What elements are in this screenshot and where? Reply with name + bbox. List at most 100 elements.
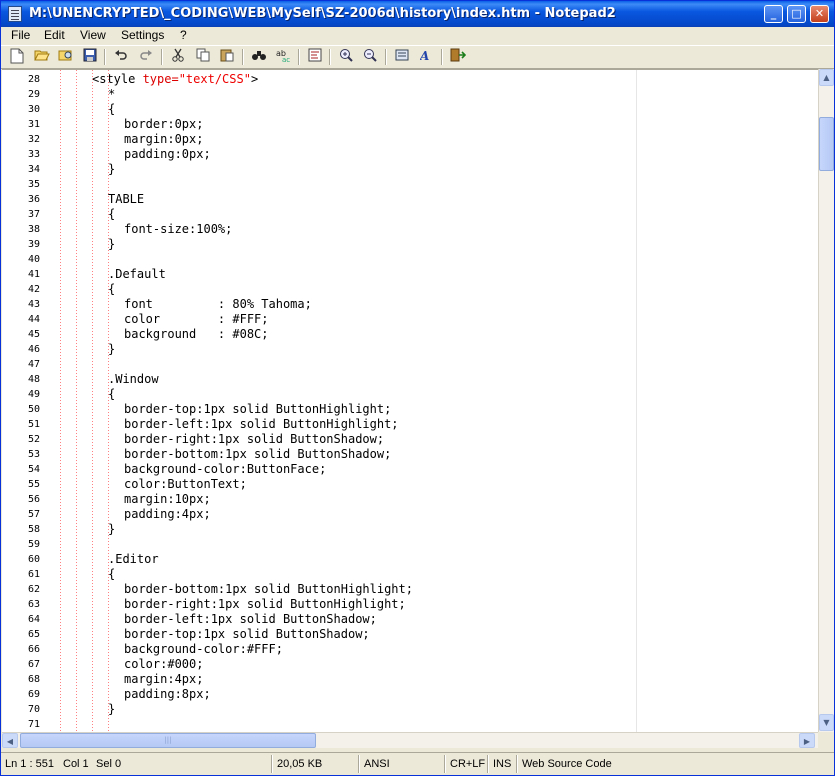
line-number: 35 bbox=[27, 179, 40, 190]
line-number: 40 bbox=[27, 254, 40, 265]
code-line: } bbox=[108, 162, 115, 177]
replace-icon[interactable]: ab ac bbox=[274, 48, 294, 66]
code-line: margin:10px; bbox=[124, 492, 211, 507]
code-token: type= bbox=[142, 72, 179, 86]
scroll-down-arrow[interactable]: ▼ bbox=[819, 714, 834, 731]
code-token: border-right:1px solid ButtonShadow; bbox=[124, 432, 385, 446]
menu-file[interactable]: File bbox=[5, 27, 36, 45]
exit-icon[interactable] bbox=[448, 48, 468, 66]
vertical-scrollbar[interactable]: ▲ ▼ bbox=[818, 69, 834, 732]
line-number: 55 bbox=[27, 479, 40, 490]
code-token: { bbox=[108, 567, 116, 581]
line-number: 37 bbox=[27, 209, 40, 220]
line-number: 45 bbox=[27, 329, 40, 340]
code-line: .Editor bbox=[108, 552, 159, 567]
line-number: 47 bbox=[27, 359, 40, 370]
line-number: 28 bbox=[27, 74, 40, 85]
code-token: background-color:ButtonFace; bbox=[124, 462, 327, 476]
code-line: } bbox=[108, 237, 115, 252]
scroll-right-arrow[interactable]: ▶ bbox=[799, 733, 815, 748]
code-token: border:0px; bbox=[124, 117, 204, 131]
status-line-endings[interactable]: CR+LF bbox=[450, 756, 485, 772]
code-token: background-color:#FFF; bbox=[124, 642, 283, 656]
font-icon[interactable]: A bbox=[417, 48, 437, 66]
line-number: 53 bbox=[27, 449, 40, 460]
code-editor[interactable]: 28 <style type="text/CSS"> 29 * 30{31 border:… bbox=[2, 69, 818, 733]
undo-icon[interactable] bbox=[111, 48, 131, 66]
code-line: background-color:#FFF; bbox=[124, 642, 283, 657]
code-token: } bbox=[108, 522, 116, 536]
open-file-icon[interactable] bbox=[32, 48, 52, 66]
code-line: } bbox=[108, 702, 115, 717]
line-number: 31 bbox=[27, 119, 40, 130]
browse-icon[interactable] bbox=[56, 48, 76, 66]
title-bar[interactable]: M:\UNENCRYPTED\_CODING\WEB\MySelf\SZ-200… bbox=[1, 1, 834, 27]
find-icon[interactable] bbox=[249, 48, 269, 66]
horizontal-scroll-thumb[interactable]: ||| bbox=[20, 733, 316, 748]
new-file-icon[interactable] bbox=[7, 48, 27, 66]
line-number: 66 bbox=[27, 644, 40, 655]
close-button[interactable]: ✕ bbox=[810, 5, 829, 23]
status-selection: Sel 0 bbox=[96, 758, 122, 770]
line-number: 48 bbox=[27, 374, 40, 385]
code-line: color : #FFF; bbox=[124, 312, 269, 327]
toolbar-separator bbox=[298, 49, 300, 65]
line-number: 41 bbox=[27, 269, 40, 280]
code-line: background : #08C; bbox=[124, 327, 269, 342]
status-position: Ln 1 : 551 bbox=[5, 758, 54, 770]
code-token: { bbox=[108, 102, 116, 116]
zoom-out-icon[interactable] bbox=[360, 48, 380, 66]
code-line: border:0px; bbox=[124, 117, 203, 132]
status-encoding[interactable]: ANSI bbox=[364, 756, 390, 772]
code-line: { bbox=[108, 102, 115, 117]
cut-icon[interactable] bbox=[168, 48, 188, 66]
word-wrap-icon[interactable] bbox=[305, 48, 325, 66]
horizontal-scrollbar[interactable]: ◀ ||| ▶ bbox=[2, 732, 818, 748]
svg-text:ac: ac bbox=[282, 56, 290, 62]
code-token: color:#000; bbox=[124, 657, 204, 671]
code-token: border-top:1px solid ButtonShadow; bbox=[124, 627, 370, 641]
code-line: font : 80% Tahoma; bbox=[124, 297, 312, 312]
line-number: 30 bbox=[27, 104, 40, 115]
line-number: 51 bbox=[27, 419, 40, 430]
code-line: * bbox=[108, 87, 115, 102]
code-line: border-top:1px solid ButtonShadow; bbox=[124, 627, 370, 642]
redo-icon[interactable] bbox=[136, 48, 156, 66]
scheme-icon[interactable] bbox=[392, 48, 412, 66]
menu-edit[interactable]: Edit bbox=[38, 27, 71, 45]
menu-bar: File Edit View Settings ? bbox=[1, 27, 834, 45]
window-title: M:\UNENCRYPTED\_CODING\WEB\MySelf\SZ-200… bbox=[29, 6, 616, 21]
save-icon[interactable] bbox=[80, 48, 100, 66]
paste-icon[interactable] bbox=[217, 48, 237, 66]
vertical-scroll-thumb[interactable] bbox=[819, 117, 834, 171]
menu-settings[interactable]: Settings bbox=[115, 27, 170, 45]
code-token: { bbox=[108, 387, 116, 401]
minimize-button[interactable]: _ bbox=[764, 5, 783, 23]
scroll-up-arrow[interactable]: ▲ bbox=[819, 69, 834, 86]
code-token: color : #FFF; bbox=[124, 312, 269, 326]
indent-guide bbox=[108, 70, 109, 733]
maximize-button[interactable]: □ bbox=[787, 5, 806, 23]
status-scheme[interactable]: Web Source Code bbox=[522, 756, 612, 772]
code-line: .Window bbox=[108, 372, 159, 387]
scroll-left-arrow[interactable]: ◀ bbox=[2, 733, 18, 748]
toolbar-separator bbox=[441, 49, 443, 65]
code-token: * bbox=[108, 87, 116, 101]
code-token: border-left:1px solid ButtonHighlight; bbox=[124, 417, 399, 431]
line-number: 32 bbox=[27, 134, 40, 145]
menu-help[interactable]: ? bbox=[174, 27, 193, 45]
code-token: padding:0px; bbox=[124, 147, 211, 161]
zoom-in-icon[interactable] bbox=[336, 48, 356, 66]
line-number: 33 bbox=[27, 149, 40, 160]
code-line: font-size:100%; bbox=[124, 222, 232, 237]
line-number: 69 bbox=[27, 689, 40, 700]
code-token: margin:4px; bbox=[124, 672, 204, 686]
svg-text:A: A bbox=[420, 49, 429, 62]
copy-icon[interactable] bbox=[193, 48, 213, 66]
line-number: 71 bbox=[27, 719, 40, 730]
menu-view[interactable]: View bbox=[74, 27, 112, 45]
notepad-app-icon[interactable] bbox=[8, 6, 22, 22]
indent-guide bbox=[76, 70, 77, 733]
code-line: { bbox=[108, 567, 115, 582]
code-token: } bbox=[108, 237, 116, 251]
